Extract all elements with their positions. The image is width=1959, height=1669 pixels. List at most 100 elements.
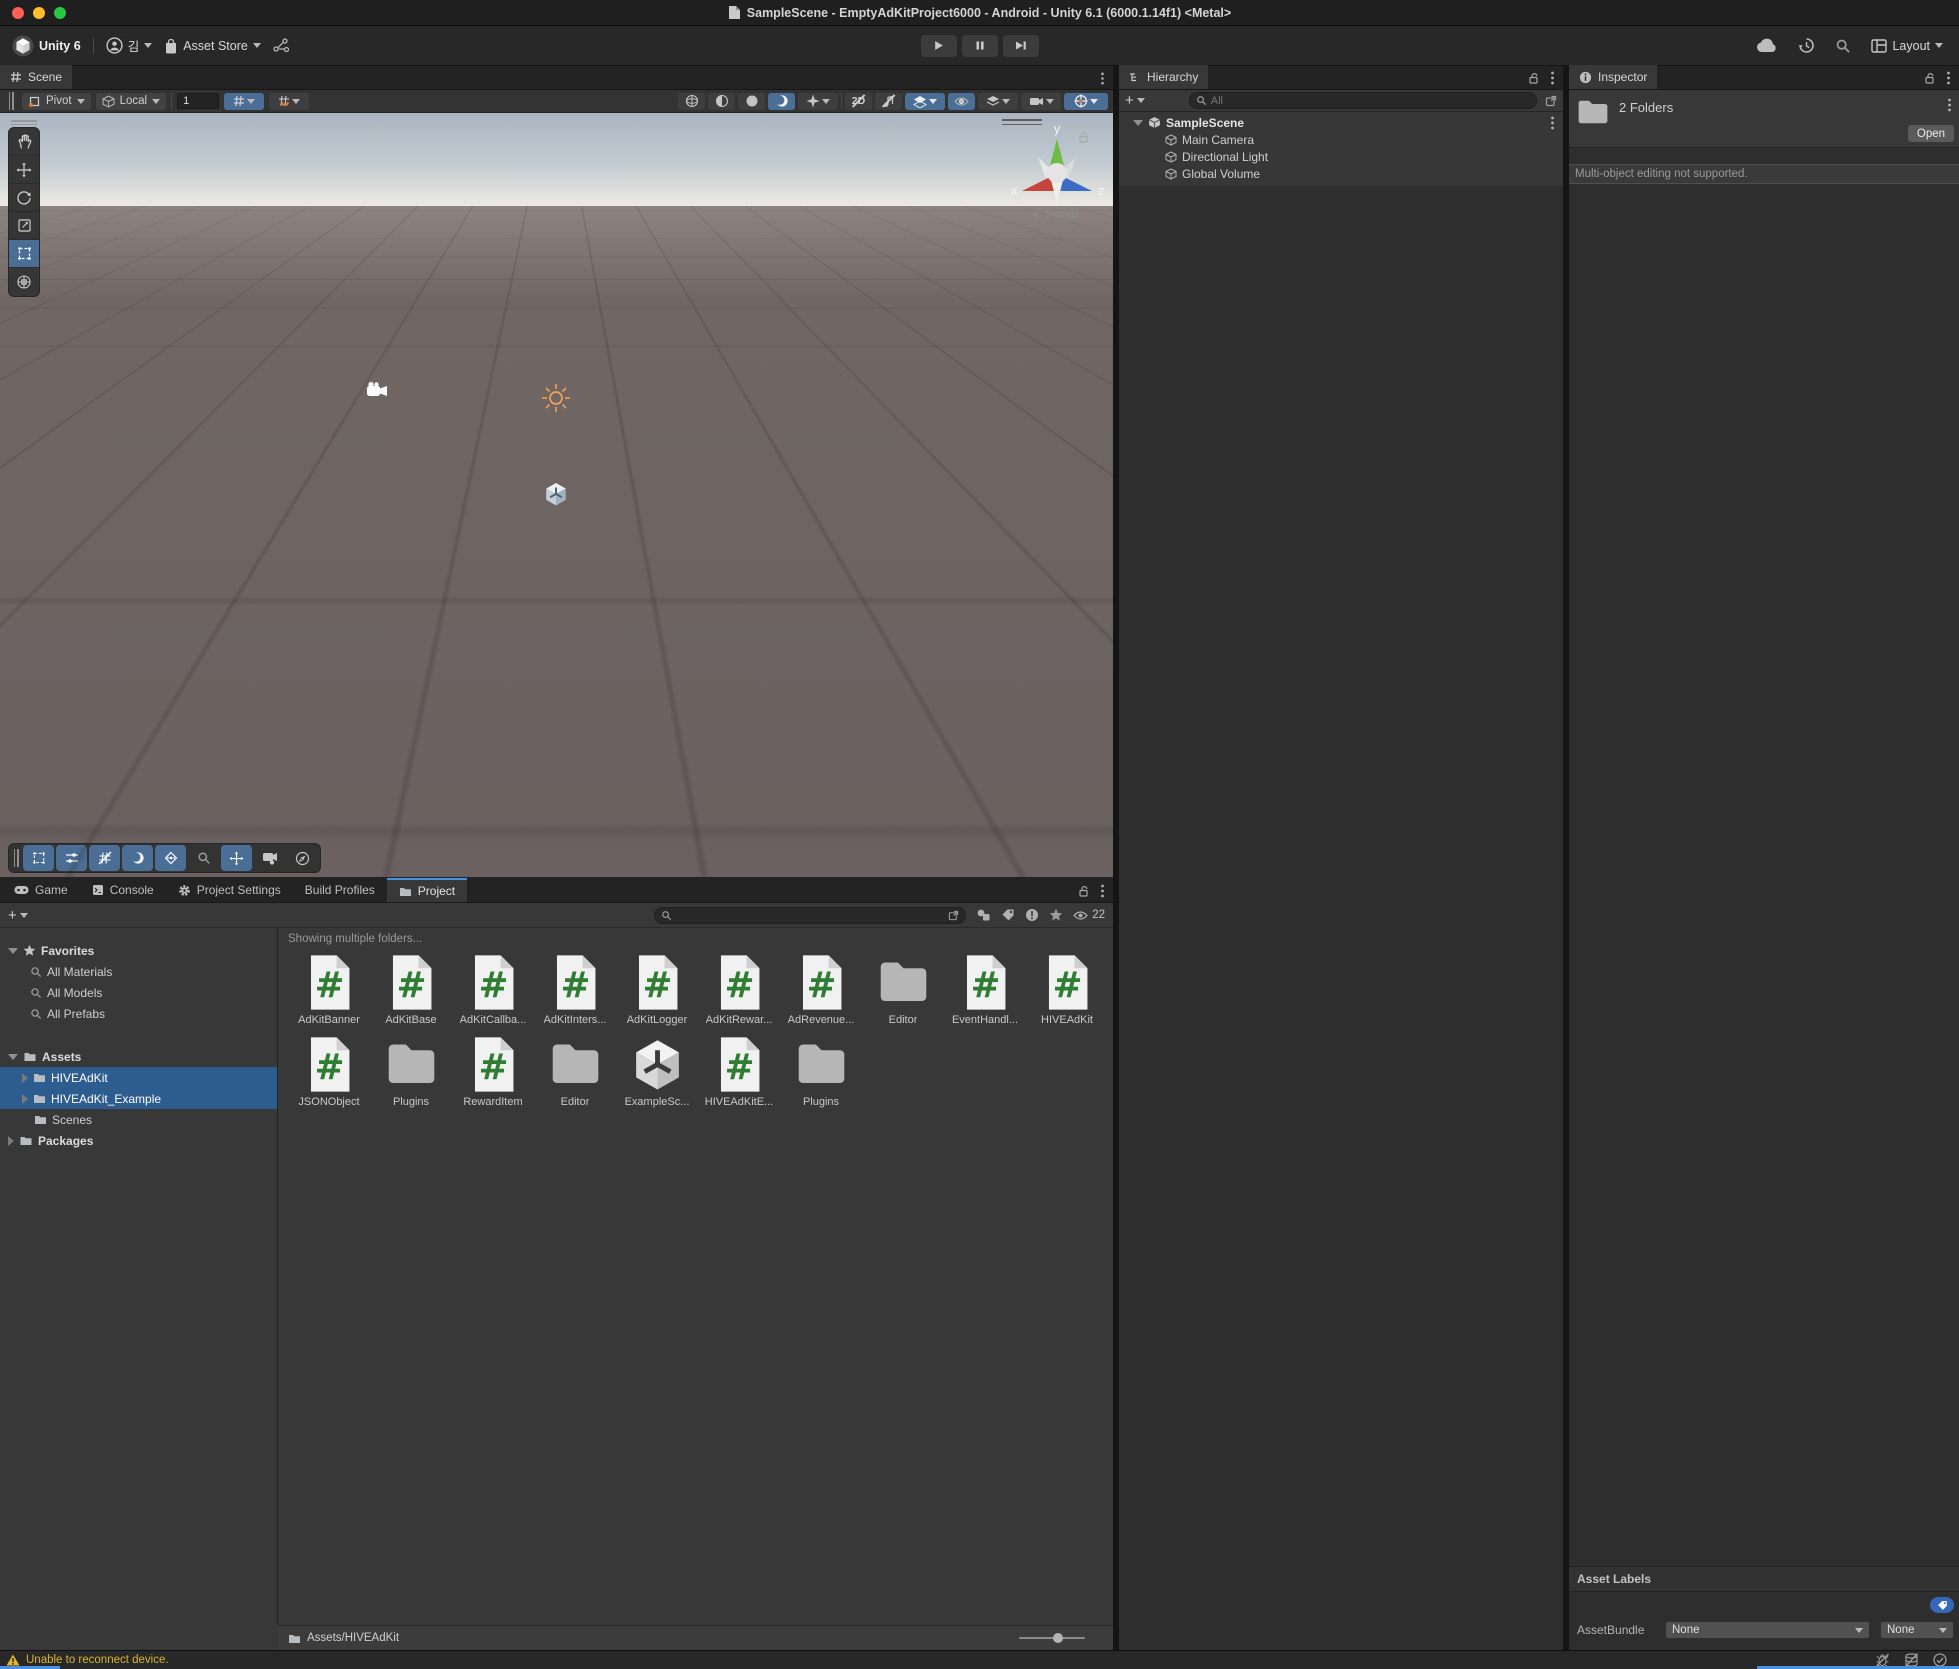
vfx-overlay-button[interactable] xyxy=(155,845,186,871)
panel-lock-icon[interactable] xyxy=(1528,72,1540,84)
layers-dropdown[interactable] xyxy=(978,93,1018,110)
open-search-window-icon[interactable] xyxy=(948,910,959,921)
open-button[interactable]: Open xyxy=(1908,125,1954,142)
assetbundle-variant-dropdown[interactable]: None xyxy=(1880,1621,1954,1639)
tool-handle-rotation-dropdown[interactable]: Local xyxy=(96,93,167,110)
camera-gizmo-icon[interactable] xyxy=(366,381,390,399)
hierarchy-search-input[interactable] xyxy=(1211,95,1530,107)
tree-folder-hiveadkit-example[interactable]: HIVEAdKit_Example xyxy=(0,1088,277,1109)
tree-folder-scenes[interactable]: Scenes xyxy=(0,1109,277,1130)
projection-mode-button[interactable]: Persp xyxy=(1012,207,1098,221)
asset-item[interactable]: ExampleSc... xyxy=(616,1036,698,1108)
search-by-importance-icon[interactable] xyxy=(1025,908,1039,922)
camera-overlay-button[interactable] xyxy=(254,845,285,871)
account-menu[interactable]: 김 xyxy=(106,36,153,55)
tab-project[interactable]: Project xyxy=(387,878,467,902)
asset-item[interactable]: Editor xyxy=(534,1036,616,1108)
hierarchy-item-main-camera[interactable]: Main Camera xyxy=(1119,131,1563,148)
add-label-button[interactable] xyxy=(1930,1597,1954,1613)
camera-settings-dropdown[interactable] xyxy=(1021,93,1061,110)
layout-menu[interactable]: Layout xyxy=(1871,39,1943,53)
tree-assets[interactable]: Assets xyxy=(0,1046,277,1067)
cloud-services-icon[interactable] xyxy=(1756,38,1778,53)
status-warning-text[interactable]: Unable to reconnect device. xyxy=(26,1654,169,1666)
tab-console[interactable]: Console xyxy=(80,878,166,902)
grid-visibility-toggle[interactable] xyxy=(224,93,264,110)
panel-kebab-icon[interactable] xyxy=(1550,71,1555,85)
twod-mode-toggle[interactable]: 2D xyxy=(845,93,872,110)
move-tool-button[interactable] xyxy=(9,156,39,184)
create-asset-button[interactable]: + xyxy=(8,908,28,923)
light-gizmo-icon[interactable] xyxy=(541,383,571,413)
search-icon[interactable] xyxy=(1835,38,1851,54)
disclosure-right-icon[interactable] xyxy=(22,1094,28,1104)
rect-overlay-button[interactable] xyxy=(23,845,54,871)
asset-store-menu[interactable]: Asset Store xyxy=(164,38,261,54)
orientation-overlay-button[interactable] xyxy=(287,845,318,871)
tree-all-materials[interactable]: All Materials xyxy=(0,961,277,982)
tree-packages[interactable]: Packages xyxy=(0,1130,277,1151)
tab-scene[interactable]: Scene xyxy=(0,65,72,89)
asset-item[interactable]: AdKitBanner xyxy=(288,954,370,1026)
zoom-window-button[interactable] xyxy=(54,7,66,19)
search-by-type-icon[interactable] xyxy=(976,908,991,922)
grid-size-field[interactable] xyxy=(177,93,219,109)
project-search-field[interactable] xyxy=(654,907,966,924)
grid-snap-toggle[interactable] xyxy=(269,93,309,110)
asset-item[interactable]: RewardItem xyxy=(452,1036,534,1108)
validation-check-icon[interactable] xyxy=(1933,1653,1947,1667)
disclosure-right-icon[interactable] xyxy=(22,1073,28,1083)
asset-item[interactable]: AdRevenue... xyxy=(780,954,862,1026)
asset-item[interactable]: JSONObject xyxy=(288,1036,370,1108)
overlay-drag-handle[interactable] xyxy=(12,849,20,867)
asset-item[interactable]: AdKitLogger xyxy=(616,954,698,1026)
volume-gizmo-icon[interactable] xyxy=(543,481,569,507)
asset-item[interactable]: AdKitRewar... xyxy=(698,954,780,1026)
panel-lock-icon[interactable] xyxy=(1078,885,1090,897)
asset-item[interactable]: Plugins xyxy=(780,1036,862,1108)
tab-project-settings[interactable]: Project Settings xyxy=(166,878,293,902)
tab-build-profiles[interactable]: Build Profiles xyxy=(293,878,387,902)
rotate-tool-button[interactable] xyxy=(9,184,39,212)
grid-snap-overlay-button[interactable] xyxy=(89,845,120,871)
thumbnail-size-slider[interactable] xyxy=(1019,1637,1085,1639)
audio-toggle[interactable] xyxy=(875,93,902,110)
pause-button[interactable] xyxy=(962,35,998,57)
move-overlay-button[interactable] xyxy=(221,845,252,871)
unity-hub-button[interactable]: Unity 6 xyxy=(12,35,81,57)
disclosure-down-icon[interactable] xyxy=(1133,120,1143,126)
tool-settings-overlay-button[interactable] xyxy=(56,845,87,871)
gizmos-dropdown[interactable] xyxy=(1064,93,1108,110)
asset-item[interactable]: Editor xyxy=(862,954,944,1026)
draw-mode-wireframe-button[interactable] xyxy=(678,93,705,110)
hand-tool-button[interactable] xyxy=(9,128,39,156)
minimize-window-button[interactable] xyxy=(33,7,45,19)
cache-disabled-icon[interactable] xyxy=(1904,1653,1919,1667)
tree-all-models[interactable]: All Models xyxy=(0,982,277,1003)
asset-item[interactable]: AdKitBase xyxy=(370,954,452,1026)
create-object-button[interactable]: + xyxy=(1125,93,1145,108)
tab-game[interactable]: Game xyxy=(2,878,80,902)
disclosure-down-icon[interactable] xyxy=(8,1054,18,1060)
transform-tool-button[interactable] xyxy=(9,268,39,296)
hierarchy-search-field[interactable] xyxy=(1189,92,1537,109)
visible-items-indicator[interactable]: 22 xyxy=(1073,909,1105,921)
breadcrumb[interactable]: Assets/HIVEAdKit xyxy=(307,1632,399,1644)
project-search-input[interactable] xyxy=(676,909,944,921)
flare-effects-dropdown[interactable] xyxy=(798,93,838,110)
scene-kebab-icon[interactable] xyxy=(1550,116,1555,130)
disclosure-right-icon[interactable] xyxy=(8,1136,14,1146)
tab-inspector[interactable]: Inspector xyxy=(1569,65,1657,89)
tree-favorites[interactable]: Favorites xyxy=(0,940,277,961)
scale-tool-button[interactable] xyxy=(9,212,39,240)
header-kebab-icon[interactable] xyxy=(1947,98,1952,112)
lighting-toggle[interactable] xyxy=(738,93,765,110)
slider-knob[interactable] xyxy=(1053,1633,1063,1643)
history-icon[interactable] xyxy=(1798,37,1815,54)
open-search-window-icon[interactable] xyxy=(1545,95,1557,107)
scene-kebab-icon[interactable] xyxy=(1100,72,1105,85)
play-button[interactable] xyxy=(921,35,957,57)
search-by-label-icon[interactable] xyxy=(1001,908,1015,922)
asset-item[interactable]: AdKitCallba... xyxy=(452,954,534,1026)
rect-tool-button[interactable] xyxy=(9,240,39,268)
